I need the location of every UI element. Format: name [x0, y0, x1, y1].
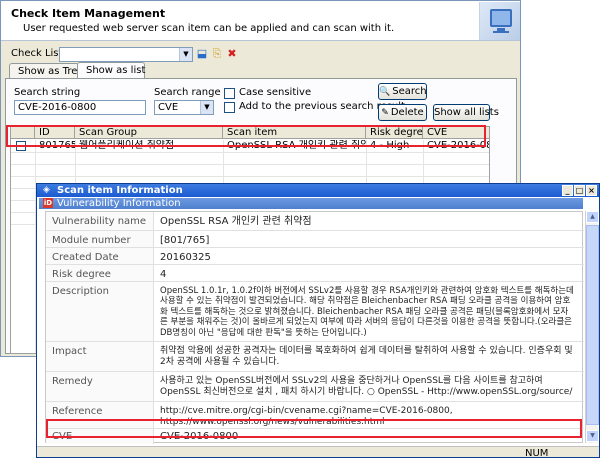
search-input[interactable]: CVE-2016-0800: [14, 100, 146, 115]
column-header-scan-group[interactable]: Scan Group: [75, 127, 223, 139]
num-lock-indicator: NUM: [525, 448, 549, 458]
page-subtitle: User requested web server scan item can …: [23, 23, 395, 34]
column-header-cve[interactable]: CVE: [423, 127, 489, 139]
status-bar: NUM: [37, 446, 599, 458]
dialog-title: Scan item Information: [57, 185, 183, 196]
section-title: Vulnerability Information: [57, 198, 181, 209]
cell-scan-group: 웹어플리케이션 취약점: [79, 140, 175, 151]
info-row: Module number [801/765]: [46, 231, 584, 248]
scroll-up-icon[interactable]: ▲: [586, 211, 599, 223]
cell-scan-item: OpenSSL RSA 개인키 관련 취약점: [227, 140, 366, 151]
info-icon: iD: [43, 198, 53, 208]
case-sensitive-checkbox[interactable]: [224, 88, 235, 99]
dialog-titlebar[interactable]: ◈ Scan item Information _ □ ×: [37, 184, 599, 197]
column-header-select: [11, 127, 35, 139]
info-value: 취약점 악용에 성공한 공격자는 데이터를 복호화하여 쉽게 데이터를 탈취하여…: [160, 346, 573, 367]
info-label: Risk degree: [46, 265, 154, 281]
vertical-scrollbar[interactable]: ▲ ▼: [585, 211, 599, 443]
minimize-icon[interactable]: _: [562, 185, 573, 196]
tab-show-as-list[interactable]: Show as list: [77, 62, 145, 79]
info-label: Module number: [46, 231, 154, 247]
save-icon[interactable]: ⬓: [195, 47, 209, 61]
info-value: OpenSSL 1.0.1r, 1.0.2f이하 버전에서 SSLv2를 사용할…: [160, 286, 574, 338]
cell-cve: CVE-2016-0800: [427, 140, 489, 151]
info-label: Created Date: [46, 248, 154, 264]
cell-risk-degree: 4 - High: [370, 140, 410, 151]
search-icon: 🔍: [379, 87, 391, 97]
row-checkbox[interactable]: [16, 141, 26, 151]
maximize-icon[interactable]: □: [574, 185, 585, 196]
view-tabs: Show as Tree Show as list: [9, 62, 309, 79]
delete-icon[interactable]: ✖: [225, 47, 239, 61]
scan-item-information-dialog: ◈ Scan item Information _ □ × iD Vulnera…: [36, 183, 600, 458]
grid-line: [11, 152, 489, 153]
column-header-id[interactable]: ID: [35, 127, 75, 139]
scroll-down-icon[interactable]: ▼: [586, 430, 599, 442]
info-label: Impact: [46, 342, 154, 371]
column-header-scan-item[interactable]: Scan item: [223, 127, 366, 139]
app-icon: ◈: [43, 185, 50, 195]
info-value: 4: [160, 269, 167, 280]
delete-button[interactable]: ✎ Delete: [378, 104, 427, 121]
checklist-select[interactable]: ▼: [59, 47, 193, 62]
cell-id: 801765: [39, 140, 75, 151]
checklist-label: Check List: [11, 48, 63, 59]
page-title: Check Item Management: [11, 7, 166, 20]
monitor-icon: [479, 2, 520, 40]
chevron-down-icon[interactable]: ▼: [200, 101, 213, 114]
info-label: Description: [46, 282, 154, 341]
show-all-lists-button[interactable]: Show all lists: [433, 104, 499, 121]
window-header: Check Item Management User requested web…: [1, 1, 520, 41]
dialog-section-bar: iD Vulnerability Information: [39, 198, 583, 209]
open-folder-icon[interactable]: ⎘: [210, 47, 224, 61]
search-range-label: Search range: [154, 87, 221, 98]
info-row: Reference http://cve.mitre.org/cgi-bin/c…: [46, 402, 584, 429]
table-row[interactable]: 801765 웹어플리케이션 취약점 OpenSSL RSA 개인키 관련 취약…: [11, 140, 489, 152]
vulnerability-info-table: Vulnerability name OpenSSL RSA 개인키 관련 취약…: [45, 211, 584, 444]
info-label: Vulnerability name: [46, 212, 154, 230]
eraser-icon: ✎: [381, 108, 389, 118]
case-sensitive-label: Case sensitive: [239, 87, 312, 98]
chevron-down-icon[interactable]: ▼: [179, 48, 192, 61]
search-button-label: Search: [392, 86, 427, 97]
info-value: http://cve.mitre.org/cgi-bin/cvename.cgi…: [160, 406, 453, 427]
info-row: Remedy 사용하고 있는 OpenSSL버전에서 SSLv2의 사용을 중단…: [46, 372, 584, 402]
info-row: Description OpenSSL 1.0.1r, 1.0.2f이하 버전에…: [46, 282, 584, 342]
search-button[interactable]: 🔍 Search: [378, 83, 427, 100]
checklist-toolbar: Check List ▼ ⬓ ⎘ ✖: [11, 47, 271, 63]
info-label: CVE: [46, 429, 154, 444]
info-value: OpenSSL RSA 개인키 관련 취약점: [160, 216, 312, 227]
info-label: Remedy: [46, 372, 154, 401]
grid-line: [11, 176, 489, 177]
info-value: [801/765]: [160, 235, 210, 246]
info-value: 사용하고 있는 OpenSSL버전에서 SSLv2의 사용을 중단하거나 Ope…: [160, 376, 573, 397]
info-label: Reference: [46, 402, 154, 428]
column-header-risk-degree[interactable]: Risk degree: [366, 127, 423, 139]
info-value: CVE-2016-0800: [160, 431, 239, 442]
info-value: 20160325: [160, 252, 211, 263]
info-row: CVE CVE-2016-0800: [46, 429, 584, 444]
close-icon[interactable]: ×: [586, 185, 597, 196]
tab-show-as-tree[interactable]: Show as Tree: [9, 63, 84, 79]
search-range-value: CVE: [158, 102, 179, 113]
search-range-select[interactable]: CVE ▼: [154, 100, 214, 115]
info-row: Vulnerability name OpenSSL RSA 개인키 관련 취약…: [46, 212, 584, 231]
scroll-thumb[interactable]: [586, 225, 599, 425]
delete-button-label: Delete: [390, 107, 424, 118]
search-string-label: Search string: [14, 87, 81, 98]
info-row: Impact 취약점 악용에 성공한 공격자는 데이터를 복호화하여 쉽게 데이…: [46, 342, 584, 372]
info-row: Risk degree 4: [46, 265, 584, 282]
table-header: ID Scan Group Scan item Risk degree CVE: [11, 127, 489, 139]
info-row: Created Date 20160325: [46, 248, 584, 265]
add-previous-checkbox[interactable]: [224, 102, 235, 113]
grid-line: [11, 164, 489, 165]
